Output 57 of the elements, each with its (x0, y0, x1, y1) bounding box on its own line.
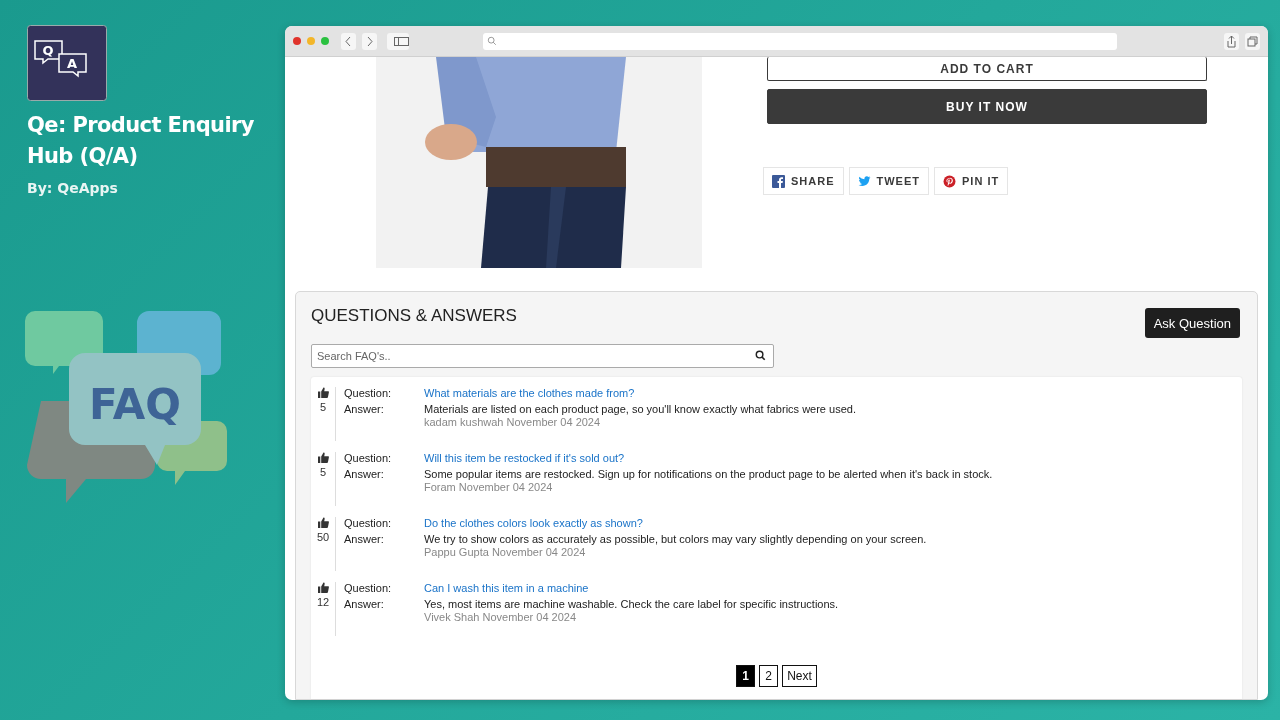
page-button[interactable]: Next (782, 665, 817, 687)
close-dot-icon[interactable] (293, 37, 301, 45)
vote-count: 5 (319, 401, 327, 413)
answer-text: Some popular items are restocked. Sign up for notifications on the product page to be alerted when it's back in stock. (424, 468, 993, 480)
question-link[interactable]: Will this item be restocked if it's sold out? (424, 452, 993, 464)
zoom-dot-icon[interactable] (321, 37, 329, 45)
minimize-dot-icon[interactable] (307, 37, 315, 45)
qa-title: QUESTIONS & ANSWERS (311, 306, 517, 326)
answer-meta: Foram November 04 2024 (424, 481, 554, 493)
answer-bubble-icon: A (58, 53, 87, 78)
question-link[interactable]: What materials are the clothes made from? (424, 387, 856, 399)
answer-text: Materials are listed on each product page, so you'll know exactly what fabrics were used. (424, 403, 856, 415)
question-label: Question: (344, 582, 393, 594)
buy-now-button[interactable]: BUY IT NOW (767, 89, 1207, 124)
app-title: Qe: Product Enquiry Hub (Q/A) (27, 112, 255, 170)
question-label: Question: (344, 452, 393, 464)
answer-label: Answer: (344, 598, 385, 610)
answer-text: We try to show colors as accurately as possible, but colors may vary slightly depending on your screen. (424, 533, 927, 545)
question-label: Question: (344, 387, 393, 399)
answer-text: Yes, most items are machine washable. Check the care label for specific instructions. (424, 598, 839, 610)
vote-count: 50 (316, 531, 330, 543)
sidebar-icon[interactable] (387, 32, 409, 50)
thumbs-up-icon[interactable] (317, 387, 329, 398)
facebook-icon (772, 174, 785, 188)
share-button[interactable]: PIN IT (934, 167, 1009, 195)
answer-label: Answer: (344, 403, 385, 415)
vote-count: 5 (319, 466, 327, 478)
thumbs-up-icon[interactable] (317, 517, 329, 528)
faq-label: FAQ (88, 380, 182, 429)
ask-question-button[interactable]: Ask Question (1144, 308, 1240, 338)
answer-meta: Pappu Gupta November 04 2024 (424, 546, 587, 558)
question-bubble-icon: Q (34, 40, 63, 65)
share-button[interactable]: SHARE (763, 167, 844, 195)
search-icon[interactable] (755, 350, 766, 361)
answer-meta: Vivek Shah November 04 2024 (424, 611, 578, 623)
tabs-icon[interactable] (1245, 32, 1260, 50)
share-icon[interactable] (1224, 32, 1239, 50)
bird-icon (857, 174, 871, 188)
page-button[interactable]: 2 (759, 665, 779, 687)
answer-label: Answer: (344, 533, 385, 545)
back-icon[interactable] (341, 32, 356, 50)
app-author: By: QeApps (27, 180, 119, 196)
question-link[interactable]: Do the clothes colors look exactly as shown? (424, 517, 927, 529)
vote-count: 12 (316, 596, 330, 608)
question-link[interactable]: Can I wash this item in a machine (424, 582, 839, 594)
answer-meta: kadam kushwah November 04 2024 (424, 416, 602, 428)
share-button[interactable]: TWEET (848, 167, 929, 195)
answer-label: Answer: (344, 468, 385, 480)
add-to-cart-button[interactable]: ADD TO CART (767, 57, 1207, 81)
search-field[interactable]: Search FAQ's.. (311, 344, 774, 368)
page-button[interactable]: 1 (736, 665, 756, 687)
search-icon (487, 36, 497, 46)
pinterest-icon (943, 174, 956, 188)
forward-icon[interactable] (362, 32, 377, 50)
question-label: Question: (344, 517, 393, 529)
thumbs-up-icon[interactable] (317, 452, 329, 463)
thumbs-up-icon[interactable] (317, 582, 329, 593)
